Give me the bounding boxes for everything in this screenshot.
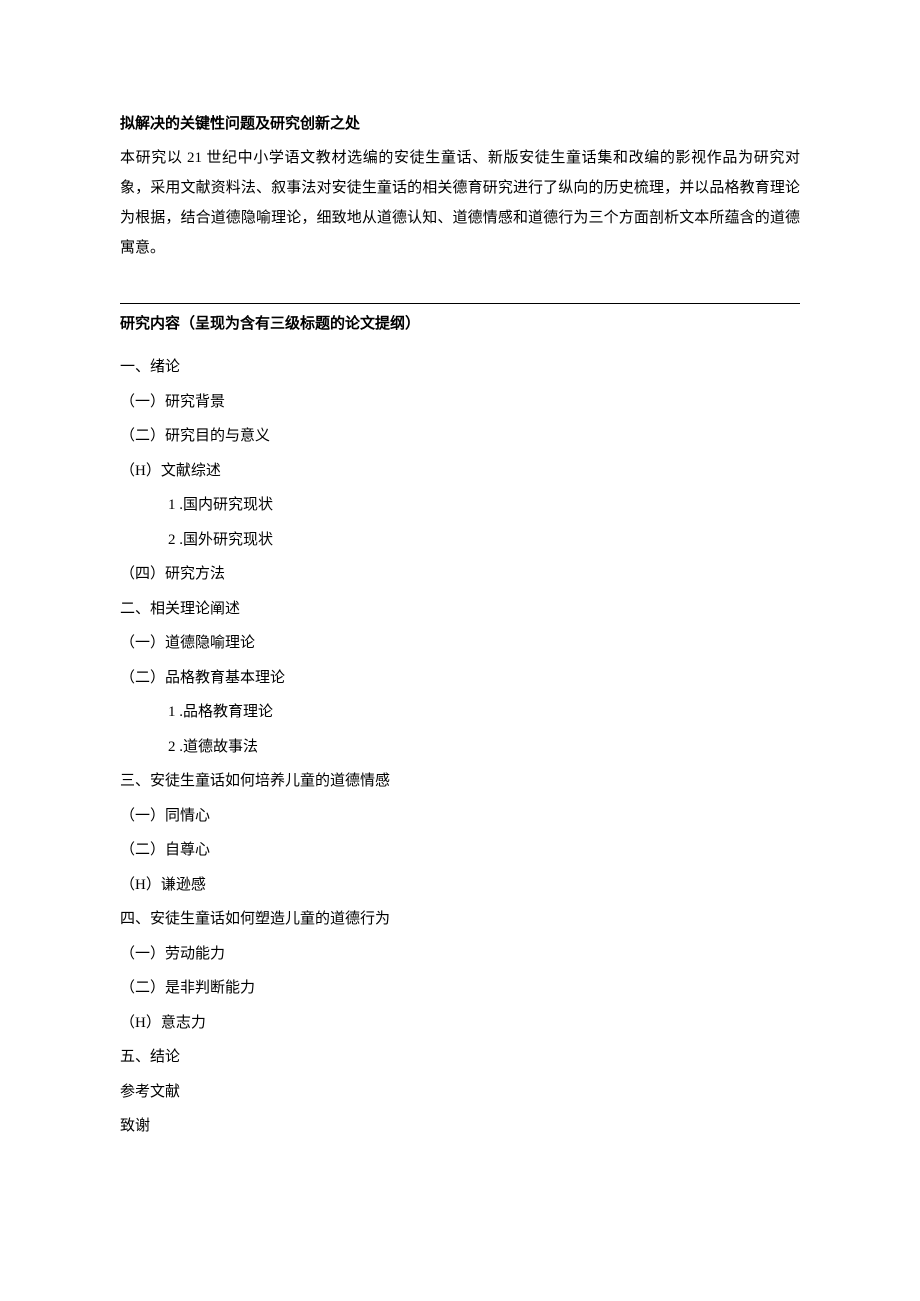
outline-item: （二）品格教育基本理论 [120,661,800,696]
key-issues-heading: 拟解决的关键性问题及研究创新之处 [120,110,800,139]
outline-item: 2 .道德故事法 [168,730,800,765]
outline-item: 四、安徒生童话如何塑造儿童的道德行为 [120,902,800,937]
outline-item: 致谢 [120,1109,800,1144]
section-key-issues: 拟解决的关键性问题及研究创新之处 本研究以 21 世纪中小学语文教材选编的安徒生… [120,110,800,263]
outline-item: （二）是非判断能力 [120,971,800,1006]
outline-item: 二、相关理论阐述 [120,592,800,627]
outline-item: 参考文献 [120,1075,800,1110]
research-content-heading: 研究内容（呈现为含有三级标题的论文提纲） [120,310,800,339]
outline-item: （一）道德隐喻理论 [120,626,800,661]
outline-item: 1 .国内研究现状 [168,488,800,523]
outline-item: 1 .品格教育理论 [168,695,800,730]
outline-item: 一、绪论 [120,350,800,385]
key-issues-paragraph: 本研究以 21 世纪中小学语文教材选编的安徒生童话、新版安徒生童话集和改编的影视… [120,143,800,263]
outline-item: （H）文献综述 [120,454,800,489]
outline-item: （H）意志力 [120,1006,800,1041]
outline-item: （四）研究方法 [120,557,800,592]
outline-item: （H）谦逊感 [120,868,800,903]
outline-item: 2 .国外研究现状 [168,523,800,558]
section-research-content: 研究内容（呈现为含有三级标题的论文提纲） 一、绪论 （一）研究背景 （二）研究目… [120,303,800,1144]
outline-item: （一）研究背景 [120,385,800,420]
outline-item: （二）研究目的与意义 [120,419,800,454]
outline-item: （一）同情心 [120,799,800,834]
outline-item: 五、结论 [120,1040,800,1075]
thesis-outline: 一、绪论 （一）研究背景 （二）研究目的与意义 （H）文献综述 1 .国内研究现… [120,350,800,1144]
outline-item: （一）劳动能力 [120,937,800,972]
outline-item: （二）自尊心 [120,833,800,868]
outline-item: 三、安徒生童话如何培养儿童的道德情感 [120,764,800,799]
